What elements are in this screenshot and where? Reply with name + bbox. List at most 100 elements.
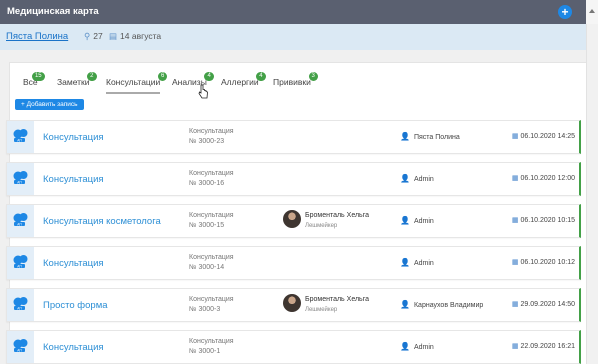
record-kind: Консультация bbox=[189, 338, 234, 345]
date-value: 06.10.2020 14:25 bbox=[520, 133, 576, 140]
tab-vaccinations[interactable]: Прививки 3 bbox=[273, 72, 318, 92]
svg-text:АП: АП bbox=[17, 138, 22, 142]
record-author: 👤 Карнаухов Владимир bbox=[400, 300, 483, 309]
svg-text:АП: АП bbox=[17, 264, 22, 268]
chat-bubbles-icon: АП bbox=[7, 121, 34, 153]
record-row[interactable]: АП Консультация Консультация № 3000-1 👤 Admin… bbox=[6, 330, 581, 364]
scroll-up-arrow[interactable] bbox=[586, 0, 598, 24]
chat-bubbles-icon: АП bbox=[7, 331, 34, 363]
record-date: ▦ 29.09.2020 14:50 bbox=[512, 300, 575, 308]
tab-label: Прививки bbox=[273, 77, 311, 87]
svg-text:АП: АП bbox=[17, 180, 22, 184]
add-button[interactable]: + bbox=[558, 5, 572, 19]
calendar-icon: ▦ bbox=[511, 175, 519, 182]
record-row[interactable]: АП Просто форма Консультация № 3000-3 Бромен… bbox=[6, 288, 581, 322]
chat-bubbles-icon: АП bbox=[7, 163, 34, 195]
record-date: ▦ 22.09.2020 16:21 bbox=[512, 342, 575, 350]
record-type: Консультация № 3000-16 bbox=[189, 169, 234, 189]
record-number: № 3000-15 bbox=[189, 222, 225, 229]
patient-age-value: 27 bbox=[93, 31, 103, 41]
record-title[interactable]: Консультация bbox=[43, 342, 104, 353]
user-icon: 👤 bbox=[400, 174, 410, 183]
record-author: 👤 Admin bbox=[400, 216, 434, 225]
patient-bar: Пяста Полина ⚲ 27 ▤ 14 августа bbox=[0, 24, 586, 50]
record-kind: Консультация bbox=[189, 212, 234, 219]
record-type: Консультация № 3000-3 bbox=[189, 295, 234, 315]
record-kind: Консультация bbox=[189, 254, 234, 261]
svg-text:АП: АП bbox=[17, 348, 22, 352]
record-row[interactable]: АП Консультация Консультация № 3000-16 👤 Admi… bbox=[6, 162, 581, 196]
user-icon: 👤 bbox=[400, 342, 410, 351]
record-row[interactable]: АП Консультация Консультация № 3000-23 👤 Пяст… bbox=[6, 120, 581, 154]
tab-label: Аллергии bbox=[221, 77, 259, 87]
author-name: Пяста Полина bbox=[413, 134, 460, 141]
tab-label: Заметки bbox=[57, 77, 90, 87]
record-date: ▦ 06.10.2020 14:25 bbox=[512, 132, 575, 140]
user-icon: 👤 bbox=[400, 216, 410, 225]
date-value: 06.10.2020 10:12 bbox=[520, 259, 576, 266]
user-icon: 👤 bbox=[400, 258, 410, 267]
record-type: Консультация № 3000-23 bbox=[189, 127, 234, 147]
tab-all[interactable]: Все 15 bbox=[23, 72, 45, 92]
author-name: Admin bbox=[413, 176, 434, 183]
tab-count-badge: 4 bbox=[204, 72, 214, 81]
chat-bubbles-icon: АП bbox=[7, 247, 34, 279]
tab-count-badge: 15 bbox=[31, 72, 45, 81]
record-row[interactable]: АП Консультация Консультация № 3000-14 👤 Admi… bbox=[6, 246, 581, 280]
tab-count-badge: 3 bbox=[308, 72, 318, 81]
user-icon: 👤 bbox=[400, 132, 410, 141]
record-kind: Консультация bbox=[189, 128, 234, 135]
record-title[interactable]: Просто форма bbox=[43, 300, 108, 311]
record-date: ▦ 06.10.2020 10:15 bbox=[512, 216, 575, 224]
record-kind: Консультация bbox=[189, 296, 234, 303]
doctor-name: Броменталь Хельга bbox=[305, 296, 370, 303]
record-title[interactable]: Консультация bbox=[43, 174, 104, 185]
author-name: Карнаухов Владимир bbox=[413, 302, 484, 309]
date-value: 06.10.2020 12:00 bbox=[520, 175, 576, 182]
add-record-button[interactable]: + Добавить запись bbox=[15, 99, 84, 110]
patient-birthday-value: 14 августа bbox=[120, 31, 162, 41]
cake-icon: ▤ bbox=[109, 31, 118, 41]
window-title: Медицинская карта bbox=[7, 6, 99, 17]
record-title[interactable]: Консультация bbox=[43, 132, 104, 143]
author-name: Admin bbox=[413, 344, 434, 351]
doctor-info: Броменталь Хельга Лешмейкер bbox=[305, 295, 369, 315]
doctor-info: Броменталь Хельга Лешмейкер bbox=[305, 211, 369, 231]
record-title[interactable]: Консультация bbox=[43, 258, 104, 269]
record-number: № 3000-23 bbox=[189, 138, 225, 145]
tab-notes[interactable]: Заметки 2 bbox=[57, 72, 97, 92]
doctor-role: Лешмейкер bbox=[305, 223, 338, 229]
calendar-icon: ▦ bbox=[511, 133, 519, 140]
tab-consultations[interactable]: Консультации 6 bbox=[106, 72, 168, 94]
patient-age: ⚲ 27 bbox=[84, 31, 103, 42]
tab-count-badge: 4 bbox=[256, 72, 266, 81]
chat-bubbles-icon: АП bbox=[7, 289, 34, 321]
tab-allergies[interactable]: Аллергии 4 bbox=[221, 72, 266, 92]
tab-count-badge: 6 bbox=[157, 72, 168, 81]
doctor-avatar bbox=[283, 294, 301, 312]
calendar-icon: ▦ bbox=[511, 343, 519, 350]
hand-cursor-icon bbox=[198, 84, 208, 99]
record-kind: Консультация bbox=[189, 170, 234, 177]
date-value: 06.10.2020 10:15 bbox=[520, 217, 576, 224]
record-type: Консультация № 3000-14 bbox=[189, 253, 234, 273]
tabs-bar: Все 15 Заметки 2 Консультации 6 Анализы … bbox=[10, 63, 587, 94]
vertical-scrollbar[interactable] bbox=[586, 24, 598, 364]
svg-text:АП: АП bbox=[17, 306, 22, 310]
window-titlebar: Медицинская карта + bbox=[0, 0, 598, 24]
record-author: 👤 Admin bbox=[400, 342, 434, 351]
record-number: № 3000-1 bbox=[189, 348, 221, 355]
patient-name-link[interactable]: Пяста Полина bbox=[6, 31, 68, 42]
date-value: 22.09.2020 16:21 bbox=[520, 343, 576, 350]
calendar-icon: ▦ bbox=[511, 217, 519, 224]
record-title[interactable]: Консультация косметолога bbox=[43, 216, 161, 227]
record-author: 👤 Пяста Полина bbox=[400, 132, 460, 141]
tab-label: Консультации bbox=[106, 77, 161, 87]
doctor-name: Броменталь Хельга bbox=[305, 212, 370, 219]
chat-bubbles-icon: АП bbox=[7, 205, 34, 237]
date-value: 29.09.2020 14:50 bbox=[520, 301, 576, 308]
user-icon: 👤 bbox=[400, 300, 410, 309]
doctor-role: Лешмейкер bbox=[305, 307, 338, 313]
record-author: 👤 Admin bbox=[400, 258, 434, 267]
record-row[interactable]: АП Консультация косметолога Консультация № … bbox=[6, 204, 581, 238]
